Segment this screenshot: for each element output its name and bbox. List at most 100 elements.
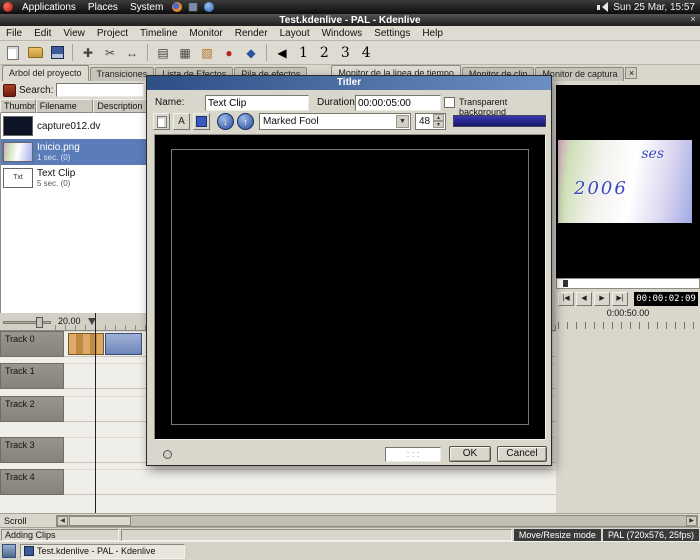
open-project-button[interactable]: [25, 43, 45, 63]
effects-list-button[interactable]: ▦: [175, 43, 195, 63]
column-thumbnail[interactable]: Thumbnail: [0, 99, 36, 113]
menu-help[interactable]: Help: [416, 26, 449, 40]
title-name-input[interactable]: [205, 95, 309, 111]
window-titlebar[interactable]: Test.kdenlive - PAL - Kdenlive ×: [0, 14, 700, 26]
monitor-position-marker[interactable]: [563, 280, 568, 287]
scroll-left-icon[interactable]: ◀: [57, 516, 68, 526]
guide-number-4[interactable]: 4: [357, 45, 376, 61]
duration-input[interactable]: [355, 95, 441, 111]
show-desktop-icon[interactable]: [2, 544, 16, 558]
spin-down-icon[interactable]: ▼: [433, 121, 444, 128]
tab-transitions[interactable]: Transiciones: [90, 67, 155, 81]
dialog-titlebar[interactable]: Titler: [147, 76, 551, 90]
move-tool-button[interactable]: ✚: [78, 43, 98, 63]
snap-button[interactable]: ◆: [241, 43, 261, 63]
track-header-0[interactable]: Track 0: [0, 331, 64, 357]
ok-button[interactable]: OK: [449, 446, 491, 462]
panel-clock[interactable]: Sun 25 Mar, 15:57: [613, 2, 695, 13]
tab-project-tree[interactable]: Arbol del proyecto: [2, 65, 89, 81]
menu-edit[interactable]: Edit: [28, 26, 57, 40]
track-header-1[interactable]: Track 1: [0, 363, 64, 389]
project-tree-button[interactable]: ▤: [153, 43, 173, 63]
track-header-2[interactable]: Track 2: [0, 396, 64, 422]
edit-text-button[interactable]: A: [173, 113, 190, 130]
spacer-tool-button[interactable]: ↔: [122, 43, 142, 63]
taskbar-window-button[interactable]: Test.kdenlive - PAL - Kdenlive: [20, 544, 185, 559]
go-end-button[interactable]: ▶|: [612, 292, 628, 306]
track-lane-4[interactable]: [64, 469, 556, 495]
font-family-select[interactable]: Marked Fool ▼: [259, 113, 411, 130]
firefox-launcher-icon[interactable]: [172, 2, 182, 12]
display-icon[interactable]: [188, 2, 198, 12]
project-tree-icon: ▤: [157, 46, 168, 60]
clip-thumbnail: [3, 142, 33, 162]
timeline-clip-text[interactable]: [105, 333, 142, 355]
font-size-spinner[interactable]: 48 ▲ ▼: [415, 113, 446, 130]
clear-search-icon[interactable]: [3, 84, 16, 97]
position-field[interactable]: : : :: [385, 447, 441, 462]
menu-file[interactable]: File: [0, 26, 28, 40]
raise-object-button[interactable]: ↑: [237, 113, 254, 130]
window-close-icon[interactable]: ×: [688, 15, 698, 25]
menu-render[interactable]: Render: [229, 26, 274, 40]
system-menu[interactable]: System: [124, 0, 169, 14]
menu-windows[interactable]: Windows: [316, 26, 369, 40]
spin-up-icon[interactable]: ▲: [433, 114, 444, 121]
track-header-4[interactable]: Track 4: [0, 469, 64, 495]
gnome-panel: Applications Places System Sun 25 Mar, 1…: [0, 0, 700, 14]
new-document-button[interactable]: [3, 43, 23, 63]
menu-monitor[interactable]: Monitor: [183, 26, 228, 40]
guide-number-2[interactable]: 2: [315, 45, 334, 61]
transitions-button[interactable]: ▧: [197, 43, 217, 63]
horn-button[interactable]: ◀: [272, 43, 292, 63]
go-start-button[interactable]: |◀: [558, 292, 574, 306]
help-icon[interactable]: [204, 2, 214, 12]
transparency-slider-handle[interactable]: [163, 450, 172, 459]
frame-back-button[interactable]: ◀: [576, 292, 592, 306]
clip-row-inicio-selected[interactable]: Inicio.png 1 sec. (0): [1, 139, 146, 165]
new-text-button[interactable]: [153, 113, 170, 130]
monitor-ruler-ticks: [558, 322, 698, 329]
duration-label: Duration: [317, 97, 355, 108]
scrollbar-handle[interactable]: [69, 516, 131, 526]
new-document-icon: [7, 46, 19, 60]
menu-project[interactable]: Project: [91, 26, 134, 40]
search-input[interactable]: [56, 83, 144, 97]
monitor-ruler: 0:00:50.00: [556, 308, 700, 331]
menu-layout[interactable]: Layout: [274, 26, 316, 40]
monitor-seek-bar[interactable]: [556, 278, 700, 289]
menu-timeline[interactable]: Timeline: [134, 26, 183, 40]
razor-tool-button[interactable]: ✂: [100, 43, 120, 63]
transparent-background-checkbox[interactable]: [444, 97, 455, 108]
dock-close-icon[interactable]: ×: [625, 67, 637, 79]
toolbar-separator: [266, 44, 267, 61]
clip-row-capture012[interactable]: capture012.dv: [1, 113, 146, 139]
guide-number-1[interactable]: 1: [294, 45, 313, 61]
clip-row-text-clip[interactable]: Txt Text Clip 5 sec. (0): [1, 165, 146, 191]
timeline-playhead[interactable]: [95, 313, 96, 513]
column-description[interactable]: Description: [93, 99, 147, 113]
save-project-button[interactable]: [47, 43, 67, 63]
title-edit-canvas[interactable]: [154, 134, 546, 440]
text-color-picker[interactable]: [453, 115, 546, 127]
menu-view[interactable]: View: [57, 26, 91, 40]
frame-back-icon: ◀: [581, 295, 586, 302]
distro-logo-icon[interactable]: [3, 2, 13, 12]
volume-icon[interactable]: [597, 2, 608, 12]
places-menu[interactable]: Places: [82, 0, 124, 14]
menu-settings[interactable]: Settings: [368, 26, 416, 40]
zoom-slider-handle[interactable]: [36, 317, 43, 328]
zoom-slider-track[interactable]: [3, 321, 51, 324]
cancel-button[interactable]: Cancel: [497, 446, 547, 462]
track-header-3[interactable]: Track 3: [0, 437, 64, 463]
play-button[interactable]: ▶: [594, 292, 610, 306]
horizontal-scrollbar[interactable]: ◀ ▶: [56, 515, 698, 527]
applications-menu[interactable]: Applications: [16, 0, 82, 14]
column-filename[interactable]: Filename: [36, 99, 94, 113]
guide-number-3[interactable]: 3: [336, 45, 355, 61]
lower-object-button[interactable]: ↓: [217, 113, 234, 130]
record-button[interactable]: ●: [219, 43, 239, 63]
scroll-right-icon[interactable]: ▶: [686, 516, 697, 526]
rect-tool-button[interactable]: [193, 113, 210, 130]
timeline-clip-image[interactable]: [68, 333, 104, 355]
